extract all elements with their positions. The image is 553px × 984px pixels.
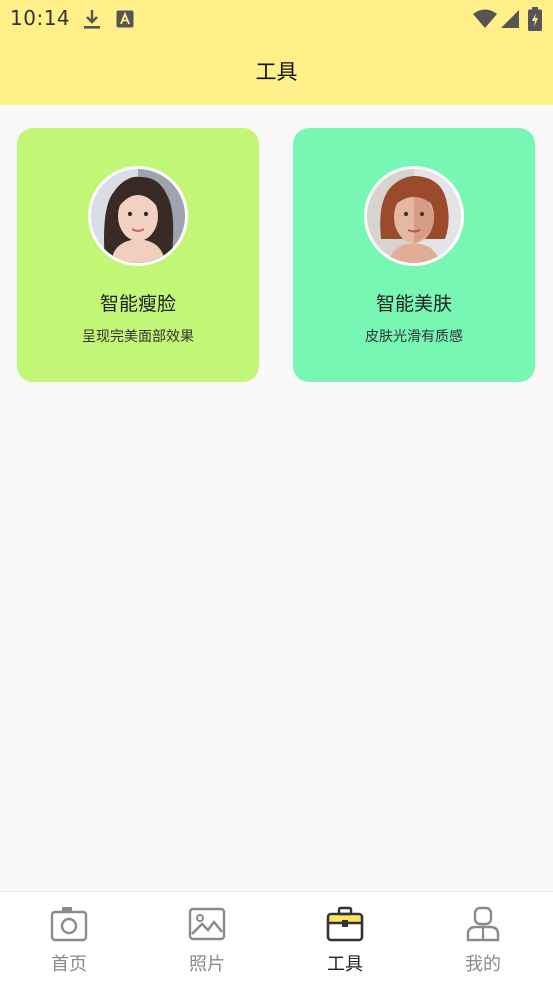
skin-beauty-avatar: [364, 166, 464, 266]
nav-item-home[interactable]: 首页: [0, 892, 138, 984]
battery-charging-icon: [528, 7, 542, 35]
tool-subtitle: 呈现完美面部效果: [82, 329, 194, 345]
wifi-icon: [472, 8, 498, 34]
text-a-icon: [116, 10, 134, 32]
user-icon: [464, 906, 502, 946]
nav-item-tools[interactable]: 工具: [276, 892, 414, 984]
nav-label: 照片: [189, 954, 225, 975]
tool-card-face-slim[interactable]: 智能瘦脸 呈现完美面部效果: [17, 128, 259, 382]
tool-title: 智能美肤: [375, 293, 452, 315]
image-icon: [188, 906, 226, 946]
face-slim-avatar: [88, 166, 188, 266]
download-icon: [82, 8, 102, 34]
toolbox-icon: [326, 906, 364, 946]
signal-icon: [500, 8, 520, 34]
nav-item-photos[interactable]: 照片: [138, 892, 276, 984]
bottom-navigation: 首页 照片 工具 我的: [0, 891, 553, 984]
tool-title: 智能瘦脸: [99, 293, 176, 315]
nav-item-mine[interactable]: 我的: [414, 892, 552, 984]
nav-label: 我的: [465, 954, 501, 975]
nav-label: 首页: [51, 954, 87, 975]
status-bar: 10:14: [0, 0, 553, 38]
top-bar: 10:14 工具: [0, 0, 553, 105]
tool-card-skin-beauty[interactable]: 智能美肤 皮肤光滑有质感: [293, 128, 535, 382]
page-title: 工具: [255, 60, 298, 84]
nav-label: 工具: [327, 954, 363, 975]
camera-icon: [50, 906, 88, 946]
status-time: 10:14: [10, 6, 71, 30]
tool-subtitle: 皮肤光滑有质感: [365, 329, 463, 345]
